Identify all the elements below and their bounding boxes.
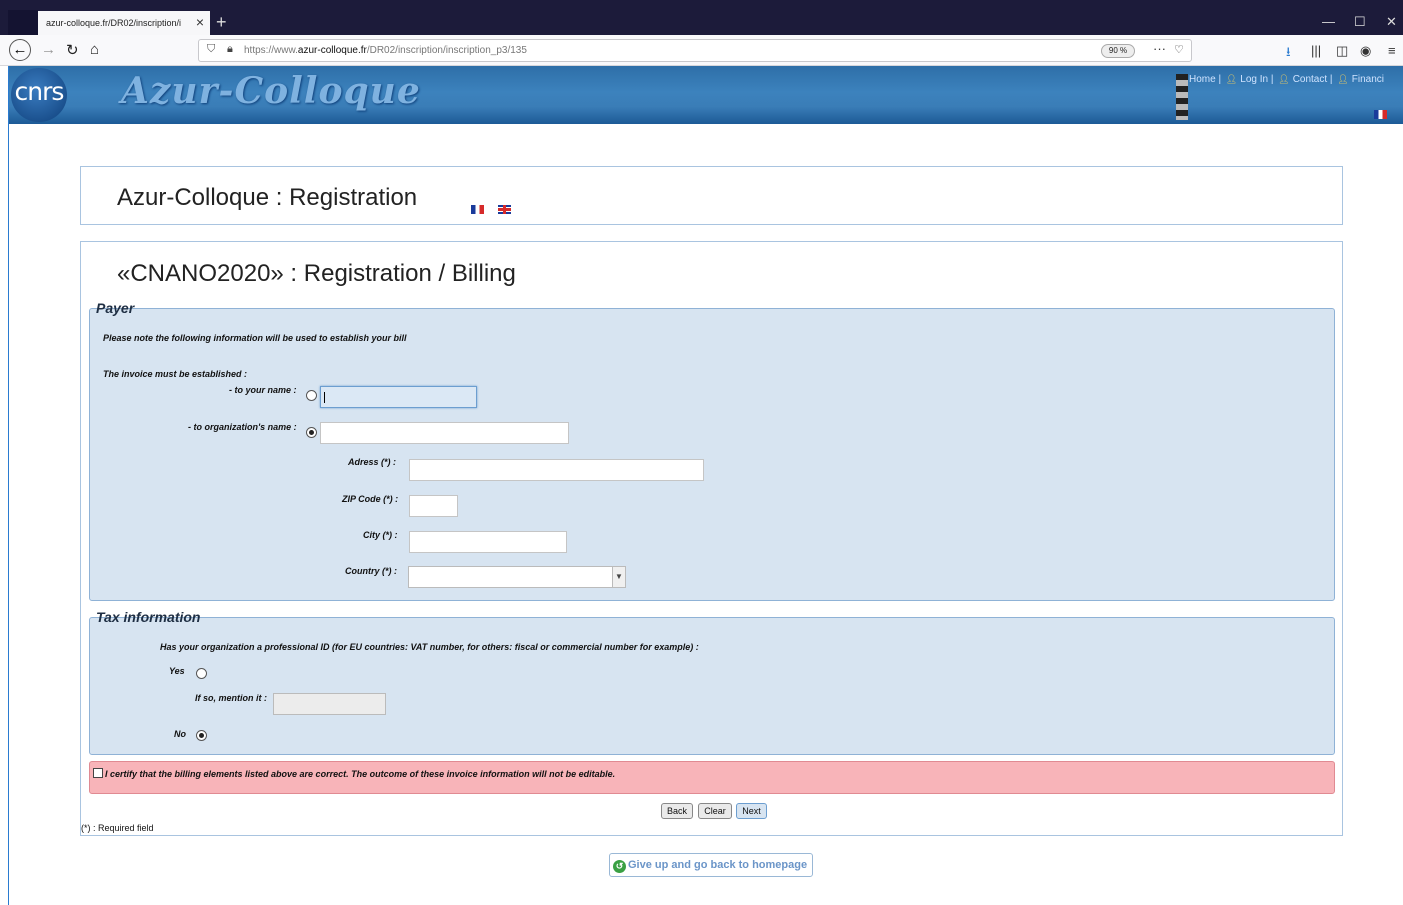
close-window-icon[interactable]: ✕ [1386,14,1397,30]
tab-strip-left [8,10,38,35]
lighthouse-icon [1176,74,1188,120]
city-input[interactable] [409,531,567,553]
registration-form-box: «CNANO2020» : Registration / Billing Pay… [80,241,1343,836]
minimize-icon[interactable]: — [1322,14,1335,29]
close-tab-icon[interactable]: × [196,14,204,30]
tax-yes-radio[interactable] [196,668,207,679]
reload-icon[interactable]: ↻ [66,41,79,59]
nav-financial-link[interactable]: Financi [1352,74,1384,85]
url-bar[interactable]: ⛉ 🔒︎ https://www.azur-colloque.fr/DR02/i… [198,39,1192,62]
page-title: Azur-Colloque : Registration [117,184,418,211]
your-name-label: - to your name : [229,385,297,395]
home-icon[interactable]: ⌂ [90,41,99,58]
certify-checkbox[interactable] [93,768,103,778]
financial-user-icon: 👤︎ [1337,74,1349,84]
back-arrow-icon[interactable]: ← [9,39,31,61]
give-up-button[interactable]: ↺ Give up and go back to homepage [609,853,813,877]
language-flags [471,201,512,219]
url-text[interactable]: https://www.azur-colloque.fr/DR02/inscri… [244,45,527,56]
french-flag-icon[interactable] [471,205,484,214]
download-icon[interactable]: ⭳ [1286,43,1291,65]
payer-legend: Payer [96,300,135,316]
certify-box: I certify that the billing elements list… [89,761,1335,794]
home-return-icon: ↺ [613,860,626,873]
pocket-icon[interactable]: ♡ [1174,43,1184,56]
tax-yes-label: Yes [169,666,185,676]
tax-question: Has your organization a professional ID … [160,642,699,652]
country-select[interactable]: ▼ [408,566,626,588]
next-button[interactable]: Next [736,803,767,819]
invoice-label: The invoice must be established : [103,369,248,379]
clear-button[interactable]: Clear [698,803,732,819]
tax-fieldset: Tax information Has your organization a … [89,609,1335,755]
chevron-down-icon[interactable]: ▼ [612,567,625,587]
shield-icon[interactable]: ⛉ [207,43,215,56]
contact-user-icon: 👤︎ [1278,74,1290,84]
tax-no-radio[interactable] [196,730,207,741]
back-button[interactable]: Back [661,803,693,819]
menu-icon[interactable]: ≡ [1388,43,1396,58]
give-up-label: Give up and go back to homepage [628,859,808,871]
maximize-icon[interactable]: ☐ [1354,14,1366,30]
nav-contact-link[interactable]: Contact | [1293,74,1333,85]
sidebar-icon[interactable]: ◫ [1336,43,1348,59]
tab-title: azur-colloque.fr/DR02/inscription/i [46,18,182,28]
browser-tab[interactable]: azur-colloque.fr/DR02/inscription/i × [38,11,210,35]
required-field-note: (*) : Required field [81,823,154,833]
zip-label: ZIP Code (*) : [342,494,399,504]
more-actions-icon[interactable]: ··· [1153,41,1166,56]
mention-label: If so, mention it : [195,693,267,703]
form-title: «CNANO2020» : Registration / Billing [117,260,516,287]
forward-arrow-icon[interactable]: → [41,41,56,58]
header-box: Azur-Colloque : Registration [80,166,1343,225]
new-tab-button[interactable]: + [216,12,227,33]
country-label: Country (*) : [345,566,397,576]
page-content: cnrs Azur-Colloque Home | 👤︎ Log In | 👤︎ C… [8,66,1403,905]
certify-text: I certify that the billing elements list… [105,769,616,779]
address-input[interactable] [409,459,704,481]
your-name-input[interactable] [320,386,477,408]
site-title: Azur-Colloque [121,70,421,112]
french-flag-icon[interactable] [1374,110,1387,119]
nav-login-link[interactable]: Log In | [1240,74,1273,85]
browser-tab-bar: azur-colloque.fr/DR02/inscription/i × + … [0,0,1403,35]
tax-no-label: No [174,729,186,739]
org-name-input[interactable] [320,422,569,444]
zoom-level[interactable]: 90 % [1101,44,1135,58]
text-caret [324,392,325,403]
site-banner: cnrs Azur-Colloque Home | 👤︎ Log In | 👤︎ C… [9,66,1403,124]
english-flag-icon[interactable] [498,205,512,214]
login-user-icon: 👤︎ [1225,74,1238,84]
payer-note: Please note the following information wi… [103,333,407,343]
address-label: Adress (*) : [348,457,397,467]
cnrs-logo[interactable]: cnrs [11,68,67,122]
payer-fieldset: Payer Please note the following informat… [89,300,1335,601]
lock-icon[interactable]: 🔒︎ [227,43,233,56]
browser-nav-bar: ← → ↻ ⌂ ⛉ 🔒︎ https://www.azur-colloque.f… [0,35,1403,66]
top-navigation: Home | 👤︎ Log In | 👤︎ Contact | 👤︎ Financi [1189,74,1386,85]
account-icon[interactable]: ◉ [1360,43,1371,59]
tax-legend: Tax information [96,609,201,625]
banner-language-flags [1374,106,1403,124]
your-name-radio[interactable] [306,390,317,401]
org-name-radio[interactable] [306,427,317,438]
nav-home-link[interactable]: Home | [1189,74,1221,85]
professional-id-input[interactable] [273,693,386,715]
city-label: City (*) : [363,530,398,540]
library-icon[interactable]: ||| [1311,43,1321,58]
zip-input[interactable] [409,495,458,517]
org-name-label: - to organization's name : [188,422,297,432]
